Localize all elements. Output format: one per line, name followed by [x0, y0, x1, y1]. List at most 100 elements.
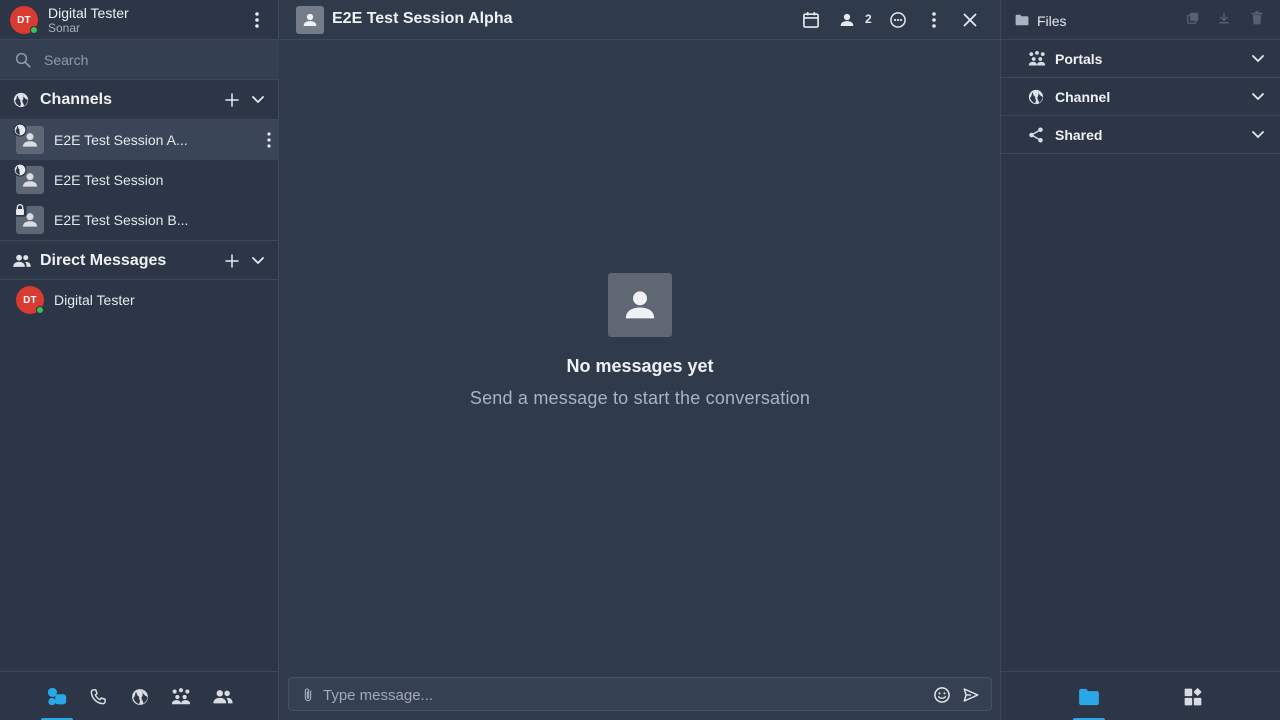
folder-icon [1015, 14, 1029, 26]
more-vertical-icon [932, 12, 936, 28]
people-icon [213, 689, 233, 703]
conversation-panel: E2E Test Session Alpha 2 No messages yet… [280, 0, 1000, 720]
message-composer [288, 677, 992, 711]
person-icon [840, 13, 854, 26]
channels-section-header[interactable]: Channels [0, 80, 279, 120]
portals-icon [1028, 50, 1046, 66]
tab-files[interactable] [1069, 672, 1109, 720]
search-box [0, 40, 279, 80]
more-vertical-icon [255, 12, 259, 28]
nav-calls[interactable] [78, 672, 118, 720]
portals-icon [171, 687, 191, 704]
chat-bubbles-icon [47, 687, 67, 705]
files-section-channel[interactable]: Channel [1001, 78, 1280, 116]
folder-icon [1079, 688, 1099, 705]
members-button[interactable] [835, 8, 859, 32]
channel-item[interactable]: E2E Test Session A... [0, 120, 279, 160]
empty-state-subtitle: Send a message to start the conversation [469, 388, 811, 408]
channel-item[interactable]: E2E Test Session [0, 160, 279, 200]
threads-icon [890, 12, 906, 28]
emoji-button[interactable] [930, 683, 954, 707]
user-header: DT Digital Tester Sonar [0, 0, 279, 40]
member-count: 2 [865, 12, 872, 26]
chevron-down-icon[interactable] [251, 255, 265, 267]
chevron-down-icon [1252, 131, 1264, 139]
send-button[interactable] [959, 683, 983, 707]
download-file-button[interactable] [1214, 8, 1234, 28]
person-icon [303, 13, 317, 26]
nav-contacts[interactable] [203, 672, 243, 720]
phone-icon [90, 688, 106, 704]
conversation-menu-button[interactable] [922, 8, 946, 32]
files-section-portals[interactable]: Portals [1001, 40, 1280, 78]
emoji-icon [934, 687, 950, 703]
files-section-shared[interactable]: Shared [1001, 116, 1280, 154]
copy-icon [1187, 12, 1199, 24]
calendar-icon [803, 12, 819, 28]
people-icon [13, 254, 31, 267]
more-vertical-icon [267, 132, 271, 148]
add-direct-message-icon[interactable] [223, 252, 241, 270]
person-icon [625, 291, 655, 319]
copy-file-button[interactable] [1183, 8, 1203, 28]
delete-file-button[interactable] [1247, 8, 1267, 28]
user-presence-indicator [30, 26, 38, 34]
chevron-down-icon [1252, 93, 1264, 101]
files-title: Files [1037, 13, 1067, 29]
attach-button[interactable] [296, 683, 320, 707]
empty-state-avatar [608, 273, 672, 337]
nav-chats[interactable] [37, 672, 77, 720]
lock-icon [13, 203, 27, 217]
nav-portals[interactable] [161, 672, 201, 720]
nav-globe[interactable] [120, 672, 160, 720]
contact-label: Digital Tester [54, 292, 135, 308]
direct-message-item[interactable]: DT Digital Tester [0, 280, 279, 320]
share-icon [1029, 127, 1043, 143]
globe-icon [13, 92, 29, 108]
globe-icon [132, 688, 148, 705]
globe-icon [13, 123, 27, 137]
globe-icon [1028, 89, 1044, 105]
channel-label: E2E Test Session [54, 172, 164, 188]
channel-menu-button[interactable] [257, 128, 281, 152]
direct-messages-section-header[interactable]: Direct Messages [0, 240, 279, 280]
channel-item[interactable]: E2E Test Session B... [0, 200, 279, 240]
sidebar: DT Digital Tester Sonar Channels [0, 0, 279, 720]
paperclip-icon [304, 688, 312, 702]
calendar-button[interactable] [799, 8, 823, 32]
send-icon [963, 688, 979, 702]
user-avatar-initials: DT [17, 14, 31, 26]
conversation-avatar[interactable] [296, 6, 324, 34]
search-icon [15, 52, 31, 68]
bottom-navigation [0, 671, 279, 720]
files-panel: Files Portals Channel Shared [1000, 0, 1280, 720]
add-channel-icon[interactable] [223, 91, 241, 109]
files-section-label: Channel [1055, 89, 1111, 105]
user-menu-button[interactable] [245, 8, 269, 32]
tab-apps[interactable] [1173, 672, 1213, 720]
chevron-down-icon [1252, 55, 1264, 63]
contact-avatar-initials: DT [23, 294, 37, 306]
message-input[interactable] [323, 685, 923, 705]
download-icon [1219, 12, 1229, 24]
conversation-header: E2E Test Session Alpha 2 [280, 0, 1000, 40]
conversation-title: E2E Test Session Alpha [332, 10, 513, 27]
search-input[interactable] [44, 50, 264, 70]
threads-button[interactable] [886, 8, 910, 32]
direct-messages-section-title: Direct Messages [40, 252, 167, 269]
files-header: Files [1001, 0, 1280, 40]
chevron-down-icon[interactable] [251, 94, 265, 106]
close-icon [963, 13, 977, 27]
globe-icon [13, 163, 27, 177]
user-organization: Sonar [48, 21, 81, 35]
channels-section-title: Channels [40, 91, 113, 108]
channel-label: E2E Test Session B... [54, 212, 189, 228]
empty-state-title: No messages yet [566, 356, 714, 376]
files-panel-tabs [1001, 671, 1280, 720]
contact-presence-indicator [36, 306, 44, 314]
apps-icon [1184, 687, 1202, 705]
user-name: Digital Tester [48, 5, 129, 21]
close-conversation-button[interactable] [958, 8, 982, 32]
trash-icon [1251, 11, 1263, 25]
files-section-label: Shared [1055, 127, 1103, 143]
